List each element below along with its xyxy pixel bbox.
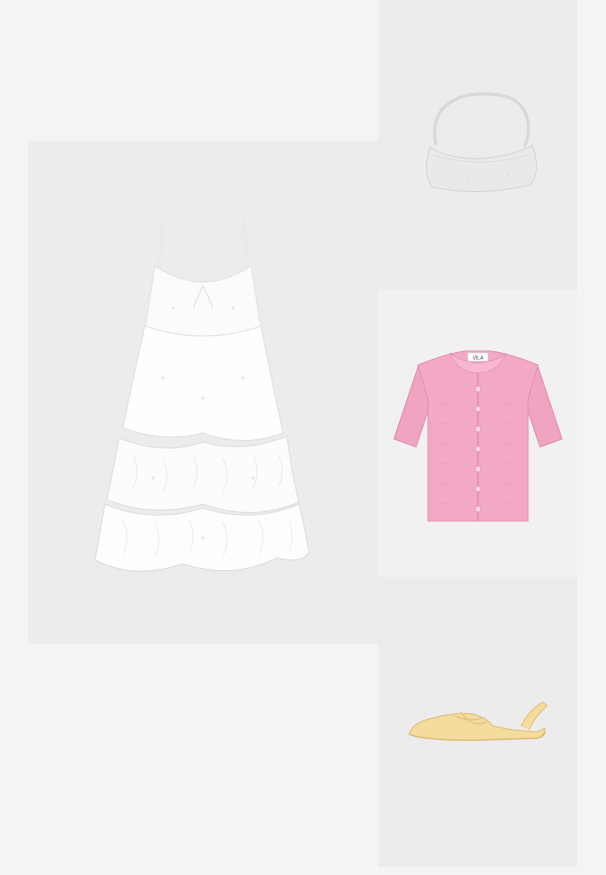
pink-cardigan-image: VILA (392, 350, 563, 521)
cardigan-product-tile[interactable]: VILA (378, 290, 577, 577)
outfit-board: VILA (0, 0, 606, 875)
brand-tag-text: VILA (472, 355, 484, 361)
bag-product-tile[interactable] (378, 0, 577, 290)
white-shoulder-bag-image (425, 92, 537, 192)
dress-product-tile[interactable] (28, 141, 378, 644)
yellow-slingback-flat-image (407, 701, 548, 742)
shoe-product-tile[interactable] (378, 577, 577, 867)
white-dress-image (94, 217, 310, 572)
